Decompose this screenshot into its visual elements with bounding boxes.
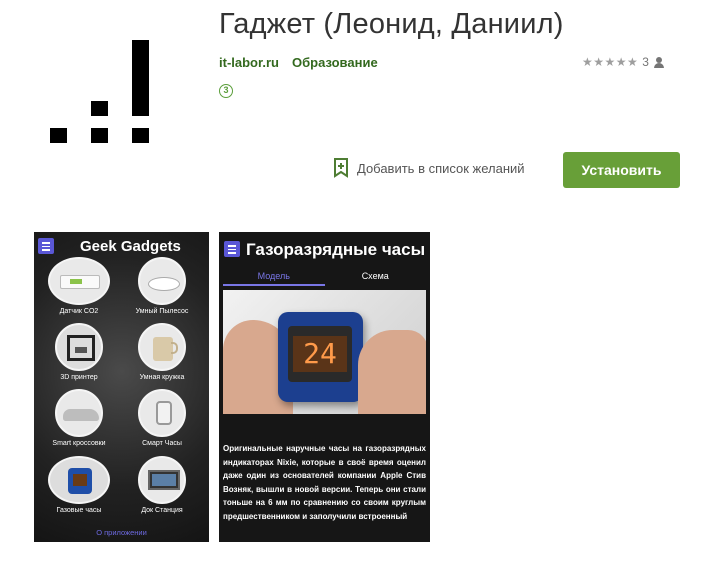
- screenshot-1-title: Geek Gadgets: [80, 238, 181, 255]
- gadget-label: Smart кроссовки: [52, 440, 106, 447]
- wishlist-button[interactable]: Добавить в список желаний: [333, 158, 525, 178]
- nixie-watch-photo: 24: [223, 290, 426, 414]
- gadget-item: Док Станция: [124, 456, 200, 514]
- nixie-digits: 24: [293, 336, 347, 372]
- co2-sensor-icon: [48, 257, 110, 305]
- gadget-label: Датчик CO2: [59, 308, 99, 315]
- gadget-label: Умный Пылесос: [135, 308, 189, 315]
- tab-bar: Модель Схема: [223, 268, 426, 286]
- tab-model: Модель: [223, 268, 325, 286]
- smart-watch-icon: [138, 389, 186, 437]
- gadget-item: Умный Пылесос: [124, 257, 200, 315]
- signal-bar-2a: [91, 128, 108, 143]
- person-icon: [653, 56, 664, 68]
- wishlist-label: Добавить в список желаний: [357, 160, 525, 176]
- nixie-watch-icon: [48, 456, 110, 504]
- screenshot-2-title: Газоразрядные часы: [246, 240, 426, 259]
- sneakers-icon: [55, 389, 103, 437]
- rating-count: 3: [642, 55, 649, 69]
- gadget-item: Смарт Часы: [124, 389, 200, 447]
- signal-bar-3a: [132, 128, 149, 143]
- app-title: Гаджет (Леонид, Даниил): [219, 8, 564, 40]
- gadget-item: Умная кружка: [124, 323, 200, 381]
- gadget-label: Док Станция: [141, 507, 183, 514]
- menu-icon: [38, 238, 54, 254]
- install-button[interactable]: Установить: [563, 152, 680, 188]
- rating: ★★★★★ 3: [582, 55, 664, 69]
- app-icon: [40, 30, 170, 160]
- dock-station-icon: [138, 456, 186, 504]
- screenshot-1[interactable]: Geek Gadgets Датчик CO2 Умный Пылесос 3D…: [34, 232, 209, 542]
- age-rating-badge: 3: [219, 84, 233, 98]
- gadget-item: Датчик CO2: [41, 257, 117, 315]
- gadget-label: Газовые часы: [56, 507, 102, 514]
- category-link[interactable]: Образование: [292, 55, 378, 70]
- description-text: Оригинальные наручные часы на газоразряд…: [223, 444, 426, 521]
- gadget-item: 3D принтер: [41, 323, 117, 381]
- signal-bar-2b: [91, 101, 108, 116]
- gadget-item: Газовые часы: [41, 456, 117, 514]
- gadget-item: Smart кроссовки: [41, 389, 117, 447]
- gadget-label: 3D принтер: [60, 374, 98, 381]
- gadget-label: Смарт Часы: [142, 440, 182, 447]
- developer-link[interactable]: it-labor.ru: [219, 55, 279, 70]
- robot-vacuum-icon: [138, 257, 186, 305]
- 3d-printer-icon: [55, 323, 103, 371]
- gadget-label: Умная кружка: [139, 374, 185, 381]
- signal-bar-1: [50, 128, 67, 143]
- bookmark-add-icon: [334, 158, 348, 178]
- menu-icon: [224, 241, 240, 257]
- signal-bar-3b: [132, 40, 149, 116]
- smart-mug-icon: [138, 323, 186, 371]
- screenshot-2[interactable]: Газоразрядные часы Модель Схема 24 Ориги…: [219, 232, 430, 542]
- tab-scheme: Схема: [361, 271, 389, 281]
- rating-stars: ★★★★★: [582, 55, 639, 69]
- about-app-link: О приложении: [96, 528, 147, 537]
